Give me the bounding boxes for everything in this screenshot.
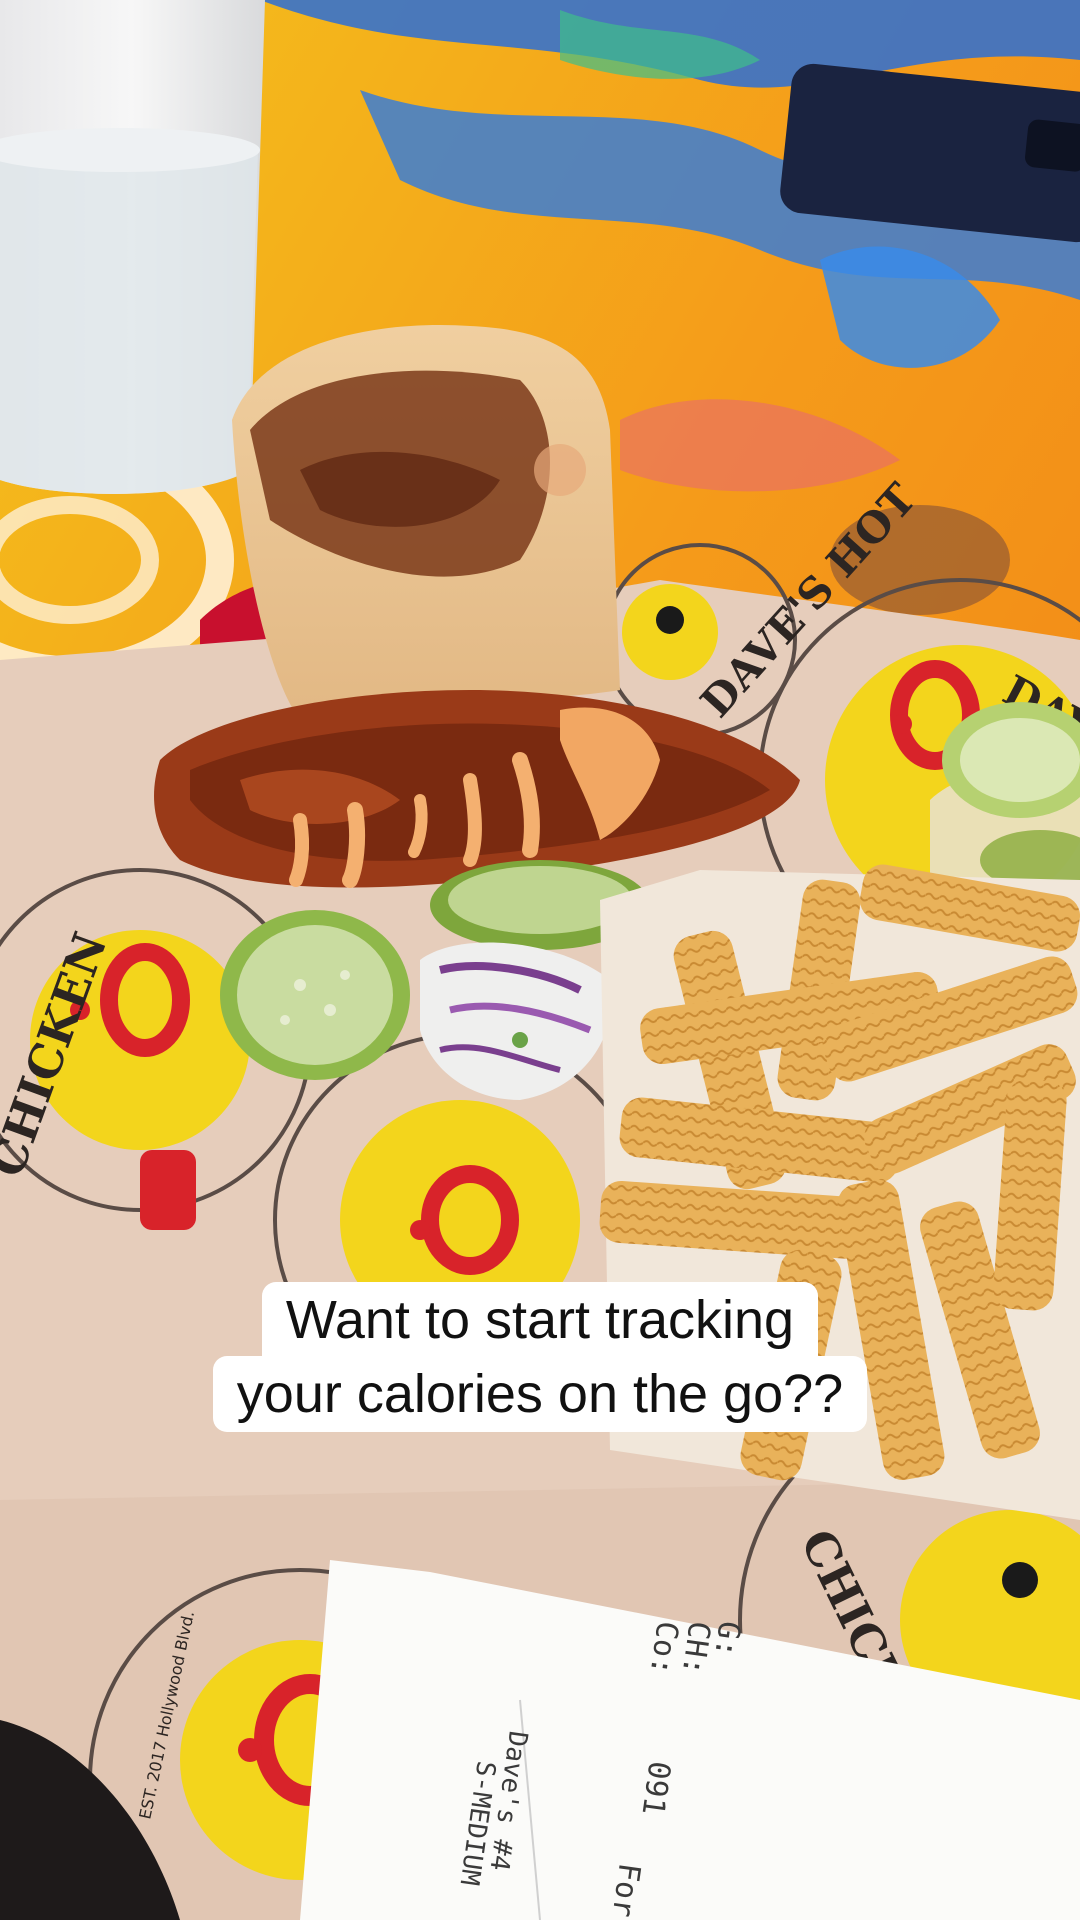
caption-line-2: your calories on the go??	[212, 1356, 868, 1432]
top-bun	[232, 325, 620, 720]
food-photo: DAVE'S HOT DAVE'S HOT CHICKEN CHICKEN ES…	[0, 0, 1080, 1920]
receipt-footer: For	[605, 1861, 647, 1920]
receipt-order-number: 091	[635, 1759, 677, 1818]
pickle-slice	[220, 910, 410, 1080]
photo-frame: DAVE'S HOT DAVE'S HOT CHICKEN CHICKEN ES…	[0, 0, 1080, 1920]
receipt-line-co: Co:	[643, 1619, 685, 1678]
caption-overlay: Want to start tracking your calories on …	[0, 1282, 1080, 1432]
caption-line-1: Want to start tracking	[261, 1282, 819, 1358]
